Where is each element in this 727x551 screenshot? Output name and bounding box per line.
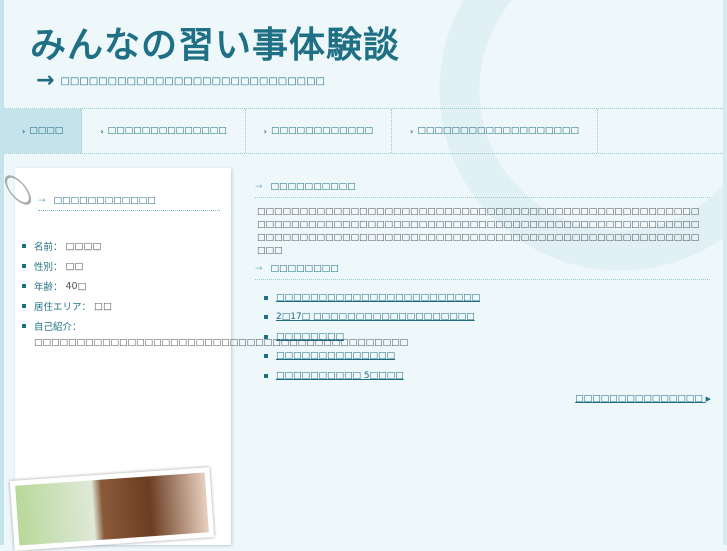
profile-age: 年齢： 40□ [22,276,112,296]
news-heading: → □□□□□□□□ [255,264,710,280]
profile-intro-label: 自己紹介： [22,316,112,336]
heading-text: □□□□□□□□□□ [270,182,356,192]
main-nav: › □□□□ › □□□□□□□□□□□□□□ › □□□□□□□□□□□□ › □□□… [4,108,723,154]
field-value: □□ [94,300,112,312]
more-link[interactable]: □□□□□□□□□□□□□□□ ▶ [575,394,711,404]
field-label: 年齢： [34,282,63,293]
profile-photo [9,467,215,551]
arrow-right-icon: → [36,68,55,93]
field-label: 性別： [34,262,63,273]
profile-list: 名前： □□□□ 性別： □□ 年齢： 40□ 居住エリア： □□ 自己紹介： [22,236,112,336]
about-text: □□□□□□□□□□□□□□□□□□□□□□□□□□□□□□□□□□□□□□□□… [257,207,700,256]
nav-item-3[interactable]: › □□□□□□□□□□□□ [246,109,393,153]
field-label: 自己紹介： [34,322,82,333]
more-link-text[interactable]: □□□□□□□□□□□□□□□ [575,394,703,404]
arrow-icon: → [255,264,263,274]
nav-item-2[interactable]: › □□□□□□□□□□□□□□ [82,109,246,153]
news-link[interactable]: □□□□□□□□□□ 5□□□□ [276,371,404,381]
tagline: → □□□□□□□□□□□□□□□□□□□□□□□□□□□□ [36,70,325,92]
news-link[interactable]: □□□□□□□□□□□□□□ [276,351,395,361]
news-link[interactable]: □□□□□□□□□□□□□□□□□□□□□□□□ [276,293,480,303]
profile-area: 居住エリア： □□ [22,296,112,316]
chevron-icon: › [263,126,267,136]
field-value: □□□□ [65,240,102,252]
field-value: 40□ [65,280,87,292]
field-value: □□ [65,260,84,272]
right-border [723,0,727,545]
tagline-text: □□□□□□□□□□□□□□□□□□□□□□□□□□□□ [60,75,325,87]
chevron-icon: › [100,126,104,136]
nav-item-home[interactable]: › □□□□ [4,109,83,153]
left-border [0,0,4,545]
profile-heading: → □□□□□□□□□□□□ [38,196,220,211]
heading-text: □□□□□□□□□□□□ [53,196,156,206]
nav-item-4[interactable]: › □□□□□□□□□□□□□□□□□□□ [392,109,598,153]
list-item: □□□□□□□□ [264,327,480,347]
profile-name: 名前： □□□□ [22,236,112,256]
triangle-right-icon: ▶ [705,395,711,403]
profile-gender: 性別： □□ [22,256,112,276]
list-item: □□□□□□□□□□□□□□ [264,347,480,367]
heading-text: □□□□□□□□ [270,264,339,274]
list-item: □□□□□□□□□□□□□□□□□□□□□□□□ [264,288,480,308]
nav-label: □□□□□□□□□□□□ [270,126,374,136]
site-title[interactable]: みんなの習い事体験談 [30,16,400,68]
news-list: □□□□□□□□□□□□□□□□□□□□□□□□ 2□17□ □□□□□□□□□… [264,288,480,386]
news-link[interactable]: □□□□□□□□ [276,332,344,342]
list-item: □□□□□□□□□□ 5□□□□ [264,366,480,386]
nav-label: □□□□□□□□□□□□□□□□□□□ [417,126,579,136]
chevron-icon: › [410,126,414,136]
field-label: 居住エリア： [34,302,92,313]
chevron-icon: › [22,126,26,136]
list-item: 2□17□ □□□□□□□□□□□□□□□□□□□ [264,308,480,328]
news-link[interactable]: 2□17□ □□□□□□□□□□□□□□□□□□□ [276,312,475,322]
about-heading: → □□□□□□□□□□ [255,182,710,198]
arrow-icon: → [38,196,46,206]
arrow-icon: → [255,182,263,192]
field-label: 名前： [34,242,63,253]
nav-label: □□□□□□□□□□□□□□ [107,126,227,136]
nav-label: □□□□ [29,126,64,136]
